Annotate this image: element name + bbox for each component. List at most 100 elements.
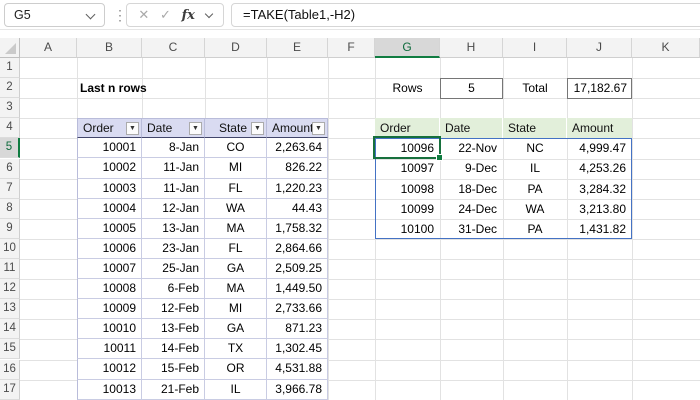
row-header-7[interactable]: 7 xyxy=(0,178,20,199)
chevron-down-icon[interactable] xyxy=(85,9,96,20)
source-table-cell[interactable]: 10007 xyxy=(77,258,142,280)
formula-input[interactable]: =TAKE(Table1,-H2) xyxy=(231,3,700,27)
result-table-cell[interactable]: WA xyxy=(503,199,567,219)
source-table-cell[interactable]: 10013 xyxy=(77,379,142,400)
row-header-2[interactable]: 2 xyxy=(0,78,20,99)
source-table-cell[interactable]: 10009 xyxy=(77,299,142,320)
source-table-cell[interactable]: 6-Feb xyxy=(142,279,205,300)
source-table-cell[interactable]: 12-Feb xyxy=(142,299,205,320)
source-table-cell[interactable]: 10002 xyxy=(77,158,142,179)
source-table-cell[interactable]: 10005 xyxy=(77,218,142,239)
title-cell[interactable]: Last n rows xyxy=(80,78,147,98)
source-column-header[interactable]: Order ▼ xyxy=(77,118,142,139)
source-table-cell[interactable]: WA xyxy=(205,198,267,219)
source-table-cell[interactable]: 10004 xyxy=(77,198,142,219)
result-table-cell[interactable]: 10099 xyxy=(375,199,440,219)
source-table-cell[interactable]: FL xyxy=(205,178,267,199)
row-header-4[interactable]: 4 xyxy=(0,118,20,139)
source-table-cell[interactable]: 10003 xyxy=(77,178,142,199)
column-header-j[interactable]: J xyxy=(567,38,632,58)
column-header-b[interactable]: B xyxy=(77,38,142,58)
source-table-cell[interactable]: 11-Jan xyxy=(142,178,205,199)
source-table-cell[interactable]: OR xyxy=(205,359,267,380)
source-table-cell[interactable]: 2,733.66 xyxy=(267,299,328,320)
result-column-header[interactable]: Date xyxy=(440,118,503,139)
source-table-cell[interactable]: 826.22 xyxy=(267,158,328,179)
source-table-cell[interactable]: 13-Feb xyxy=(142,319,205,340)
row-header-11[interactable]: 11 xyxy=(0,259,20,280)
result-column-header[interactable]: Amount xyxy=(567,118,632,139)
result-table-cell[interactable]: 10097 xyxy=(375,158,440,178)
source-table-cell[interactable]: 13-Jan xyxy=(142,218,205,239)
row-header-15[interactable]: 15 xyxy=(0,339,20,360)
source-table-cell[interactable]: MI xyxy=(205,158,267,179)
result-table-cell[interactable]: 9-Dec xyxy=(440,158,503,178)
result-table-cell[interactable]: 31-Dec xyxy=(440,219,503,239)
source-table-cell[interactable]: 25-Jan xyxy=(142,258,205,280)
total-label-cell[interactable]: Total xyxy=(503,78,567,98)
row-header-9[interactable]: 9 xyxy=(0,218,20,239)
source-table-cell[interactable]: FL xyxy=(205,238,267,259)
result-table-cell[interactable]: 22-Nov xyxy=(440,138,503,158)
source-table-cell[interactable]: GA xyxy=(205,258,267,280)
source-table-cell[interactable]: 1,302.45 xyxy=(267,339,328,360)
filter-dropdown-icon[interactable]: ▼ xyxy=(126,122,139,136)
result-table-cell[interactable]: PA xyxy=(503,179,567,199)
source-table-cell[interactable]: TX xyxy=(205,339,267,360)
confirm-icon[interactable]: ✓ xyxy=(160,7,171,23)
column-header-c[interactable]: C xyxy=(142,38,205,58)
column-header-a[interactable]: A xyxy=(20,38,77,58)
source-table-cell[interactable]: 3,966.78 xyxy=(267,379,328,400)
result-table-cell[interactable]: 4,253.26 xyxy=(567,158,632,178)
row-header-12[interactable]: 12 xyxy=(0,279,20,300)
result-table-cell[interactable]: 18-Dec xyxy=(440,179,503,199)
filter-dropdown-icon[interactable]: ▼ xyxy=(312,122,325,136)
source-table-cell[interactable]: 4,531.88 xyxy=(267,359,328,380)
source-table-cell[interactable]: IL xyxy=(205,379,267,400)
result-table-cell[interactable]: 3,284.32 xyxy=(567,179,632,199)
column-header-d[interactable]: D xyxy=(205,38,267,58)
source-table-cell[interactable]: 2,509.25 xyxy=(267,258,328,280)
cancel-icon[interactable]: ✕ xyxy=(138,7,149,23)
row-header-16[interactable]: 16 xyxy=(0,359,20,380)
result-table-cell[interactable]: 4,999.47 xyxy=(567,138,632,158)
source-table-cell[interactable]: 15-Feb xyxy=(142,359,205,380)
name-box[interactable]: G5 xyxy=(4,3,105,27)
filter-dropdown-icon[interactable]: ▼ xyxy=(251,122,264,136)
source-table-cell[interactable]: 10012 xyxy=(77,359,142,380)
result-table-cell[interactable]: PA xyxy=(503,219,567,239)
source-table-cell[interactable]: MA xyxy=(205,218,267,239)
row-header-14[interactable]: 14 xyxy=(0,319,20,340)
total-value-cell[interactable]: 17,182.67 xyxy=(567,78,632,99)
kebab-menu-icon[interactable]: ⋮ xyxy=(113,4,127,26)
source-column-header[interactable]: Date ▼ xyxy=(142,118,205,139)
source-table-cell[interactable]: 23-Jan xyxy=(142,238,205,259)
row-header-8[interactable]: 8 xyxy=(0,198,20,219)
row-header-10[interactable]: 10 xyxy=(0,238,20,259)
source-table-cell[interactable]: 10006 xyxy=(77,238,142,259)
source-table-cell[interactable]: 14-Feb xyxy=(142,339,205,360)
source-table-cell[interactable]: 2,263.64 xyxy=(267,138,328,159)
source-table-cell[interactable]: 10001 xyxy=(77,138,142,159)
result-column-header[interactable]: Order xyxy=(375,118,440,139)
source-table-cell[interactable]: MA xyxy=(205,279,267,300)
result-table-cell[interactable]: 10098 xyxy=(375,179,440,199)
source-table-cell[interactable]: 10010 xyxy=(77,319,142,340)
source-column-header[interactable]: Amount ▼ xyxy=(267,118,328,139)
result-table-cell[interactable]: IL xyxy=(503,158,567,178)
source-table-cell[interactable]: MI xyxy=(205,299,267,320)
result-table-cell[interactable]: 10096 xyxy=(375,138,440,158)
result-column-header[interactable]: State xyxy=(503,118,567,139)
source-table-cell[interactable]: 10008 xyxy=(77,279,142,300)
rows-label-cell[interactable]: Rows xyxy=(375,78,440,98)
filter-dropdown-icon[interactable]: ▼ xyxy=(189,122,202,136)
source-table-cell[interactable]: GA xyxy=(205,319,267,340)
rows-input-cell[interactable]: 5 xyxy=(440,78,503,99)
column-header-g[interactable]: G xyxy=(375,38,440,58)
column-header-k[interactable]: K xyxy=(632,38,700,58)
column-header-i[interactable]: I xyxy=(503,38,567,58)
source-table-cell[interactable]: 2,864.66 xyxy=(267,238,328,259)
source-table-cell[interactable]: 11-Jan xyxy=(142,158,205,179)
source-table-cell[interactable]: 44.43 xyxy=(267,198,328,219)
chevron-down-icon[interactable] xyxy=(204,9,213,18)
